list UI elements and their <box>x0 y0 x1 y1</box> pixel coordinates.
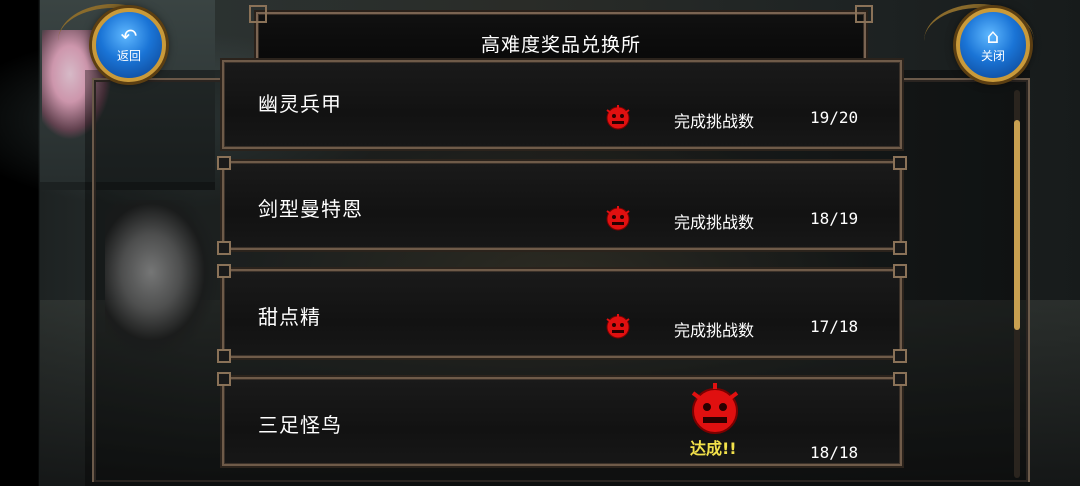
demon-face-badge-icon <box>606 105 630 130</box>
frame-corner <box>893 241 907 255</box>
frame-corner <box>893 264 907 278</box>
item-name: 幽灵兵甲 <box>258 92 342 116</box>
challenge-count: 19/20 <box>810 108 859 127</box>
challenge-count: 17/18 <box>810 317 859 336</box>
item-name: 甜点精 <box>258 305 321 329</box>
close-button-label: 关闭 <box>980 48 1005 63</box>
list-item[interactable]: 甜点精 完成挑战数 17/18 <box>217 264 907 363</box>
challenge-count-label: 完成挑战数 <box>674 321 755 340</box>
frame-corner <box>855 5 873 23</box>
page-title: 高难度奖品兑换所 <box>480 33 641 56</box>
back-button-label: 返回 <box>116 48 141 63</box>
frame-corner <box>249 5 267 23</box>
list-item[interactable]: 三足怪鸟 达成!! 18/18 <box>217 372 907 466</box>
frame-corner <box>217 264 231 278</box>
list-item[interactable]: 剑型曼特恩 完成挑战数 18/19 <box>217 156 907 255</box>
challenge-count-label: 完成挑战数 <box>674 213 755 232</box>
frame-corner <box>893 349 907 363</box>
demon-face-badge-icon <box>691 383 739 434</box>
frame-corner <box>217 372 231 386</box>
scrollbar-thumb[interactable] <box>1014 120 1020 330</box>
back-button[interactable]: ↶ 返回 <box>92 8 166 82</box>
frame-corner <box>217 241 231 255</box>
frame-corner <box>217 349 231 363</box>
demon-face-badge-icon <box>606 314 630 339</box>
frame-corner <box>217 156 231 170</box>
challenge-count-label: 完成挑战数 <box>674 112 755 131</box>
item-name: 三足怪鸟 <box>258 413 342 437</box>
achieved-label: 达成!! <box>690 439 737 458</box>
close-button[interactable]: ⌂ 关闭 <box>956 8 1030 82</box>
frame-corner <box>893 156 907 170</box>
home-icon: ⌂ <box>986 23 1000 48</box>
challenge-count: 18/19 <box>810 209 859 228</box>
frame-corner <box>893 372 907 386</box>
list-item[interactable]: 幽灵兵甲 完成挑战数 19/20 <box>222 60 902 149</box>
return-arrow-icon: ↶ <box>120 23 138 48</box>
demon-face-badge-icon <box>606 206 630 231</box>
challenge-count: 18/18 <box>810 443 859 462</box>
item-name: 剑型曼特恩 <box>258 197 363 221</box>
